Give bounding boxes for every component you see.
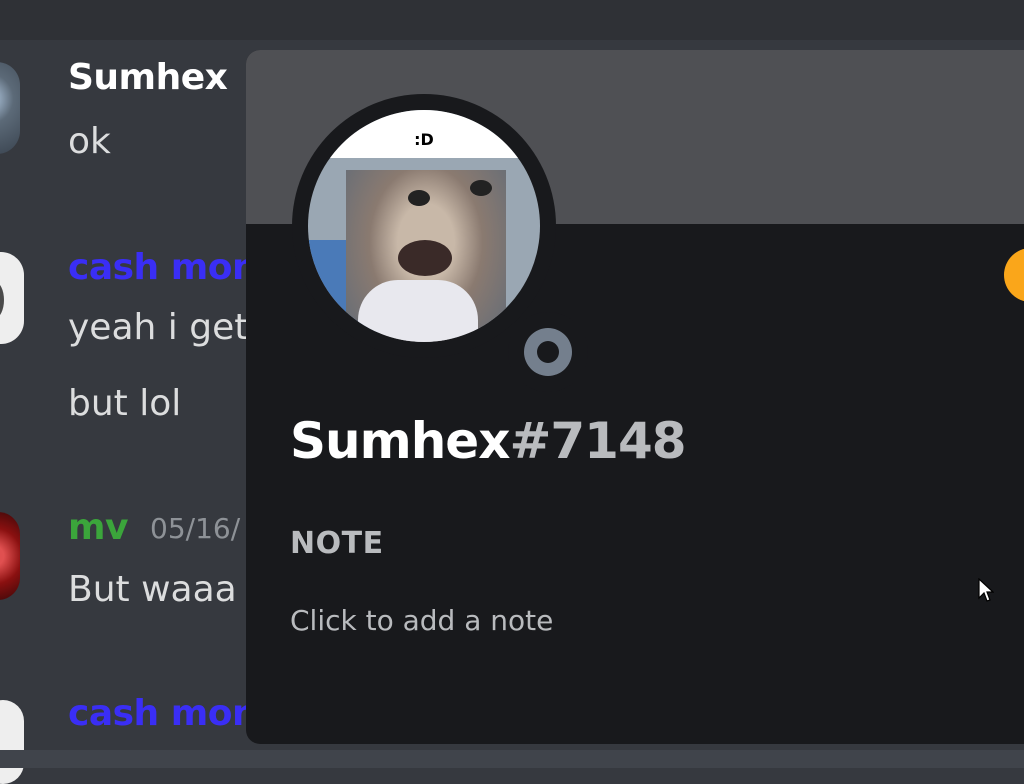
avatar-caption: :D bbox=[308, 110, 540, 158]
message-author[interactable]: Sumhex bbox=[68, 56, 228, 100]
discriminator-text: #7148 bbox=[509, 412, 686, 470]
avatar[interactable] bbox=[0, 700, 24, 784]
avatar-cat-eye bbox=[470, 180, 492, 196]
avatar[interactable] bbox=[0, 62, 20, 154]
note-heading: NOTE bbox=[290, 526, 384, 561]
message-author[interactable]: cash mon bbox=[68, 246, 258, 290]
profile-avatar[interactable]: :D bbox=[308, 110, 540, 342]
user-profile-popout: :D Sumhex#7148 NOTE Click to add a note bbox=[246, 50, 1024, 744]
bottom-bar bbox=[0, 750, 1024, 768]
avatar[interactable] bbox=[0, 512, 20, 600]
profile-avatar-ring: :D bbox=[292, 94, 588, 392]
message-text: but lol bbox=[68, 383, 182, 424]
avatar-cat-mouth bbox=[398, 240, 452, 276]
profile-username: Sumhex#7148 bbox=[290, 412, 687, 470]
message-text: yeah i get bbox=[68, 307, 249, 348]
avatar-cat-body bbox=[358, 280, 478, 342]
note-input[interactable]: Click to add a note bbox=[290, 604, 553, 637]
message-text: But waaa bbox=[68, 569, 237, 610]
username-text: Sumhex bbox=[290, 412, 510, 470]
top-bar bbox=[0, 0, 1024, 40]
avatar-cat-eye bbox=[408, 190, 430, 206]
message-author[interactable]: cash mon bbox=[68, 692, 258, 736]
orange-badge-icon[interactable] bbox=[1004, 248, 1024, 302]
message-text: ok bbox=[68, 121, 111, 162]
offline-status-icon bbox=[524, 328, 572, 376]
mouse-cursor-icon bbox=[978, 578, 994, 602]
message-timestamp: 05/16/ bbox=[150, 512, 241, 545]
avatar[interactable] bbox=[0, 252, 24, 344]
status-indicator bbox=[508, 312, 588, 392]
message-author[interactable]: mv bbox=[68, 506, 128, 550]
